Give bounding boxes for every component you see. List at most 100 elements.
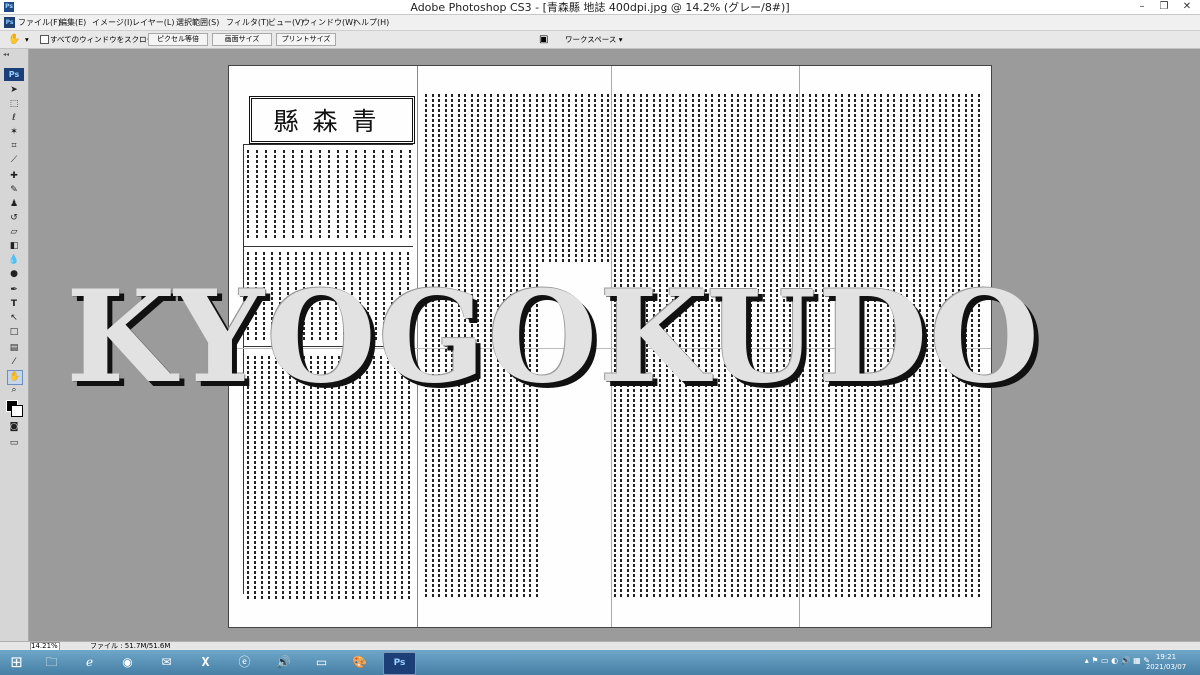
menu-image[interactable]: イメージ(I) — [92, 15, 132, 30]
actual-pixels-button[interactable]: ピクセル等倍 — [148, 33, 208, 46]
text-column — [549, 94, 551, 264]
workspace-menu[interactable]: ワークスペース ▾ — [565, 33, 623, 46]
text-column — [310, 150, 312, 240]
menu-view[interactable]: ビュー(V) — [268, 15, 304, 30]
minimize-button[interactable]: – — [1131, 0, 1153, 14]
text-column — [568, 94, 570, 264]
text-column — [601, 94, 603, 264]
type-tool-icon[interactable]: T — [7, 298, 21, 311]
text-column — [364, 150, 366, 240]
text-column — [575, 94, 577, 264]
folder-icon[interactable]: ▭ — [306, 652, 337, 673]
text-column — [562, 94, 564, 264]
restore-button[interactable]: ❐ — [1153, 0, 1175, 14]
text-column — [328, 150, 330, 240]
hand-tool-icon[interactable]: ✋ — [7, 370, 23, 385]
menu-window[interactable]: ウィンドウ(W) — [302, 15, 356, 30]
notes-tool-icon[interactable]: ▤ — [7, 342, 21, 355]
internet-explorer-icon[interactable]: ℯ — [74, 652, 105, 673]
fit-screen-button[interactable]: 画面サイズ — [212, 33, 272, 46]
text-column — [274, 150, 276, 240]
marquee-tool-icon[interactable]: ⬚ — [7, 98, 21, 111]
close-button[interactable]: ✕ — [1176, 0, 1198, 14]
healing-brush-tool-icon[interactable]: ✚ — [7, 170, 21, 183]
text-column — [355, 150, 357, 240]
text-column — [581, 94, 583, 264]
text-column — [588, 94, 590, 264]
mail-icon[interactable]: ✉ — [151, 652, 182, 673]
menu-file[interactable]: ファイル(F) — [18, 15, 61, 30]
masthead-title: 縣森青 — [273, 107, 391, 136]
text-column — [292, 150, 294, 240]
gradient-tool-icon[interactable]: ◧ — [7, 240, 21, 253]
windows-start-icon[interactable]: ⊞ — [1, 652, 32, 673]
text-column — [400, 150, 402, 240]
menu-select[interactable]: 選択範囲(S) — [176, 15, 219, 30]
scroll-all-windows-label: すべてのウィンドウをスクロール — [50, 35, 162, 44]
taskbar: ⊞ 🗀 ℯ ◉ ✉ 𝐗 ⓔ 🔊 ▭ 🎨 Ps ▴ ⚑ ▭ ◐ 🔊 ▦ ✎ 19:… — [0, 650, 1200, 675]
options-bar: ✋ ▾ すべてのウィンドウをスクロール ピクセル等倍 画面サイズ プリントサイズ… — [0, 31, 1200, 49]
slice-tool-icon[interactable]: ⟋ — [7, 154, 21, 167]
tool-preset-dropdown-icon[interactable]: ▾ — [25, 33, 29, 46]
text-column — [247, 150, 249, 240]
edge-icon[interactable]: ⓔ — [229, 652, 260, 673]
background-color-swatch[interactable] — [11, 405, 23, 417]
text-column — [382, 150, 384, 240]
text-column — [607, 94, 609, 264]
palette-grip-icon[interactable]: ◂◂ — [3, 51, 9, 58]
crop-tool-icon[interactable]: ⌗ — [7, 140, 21, 153]
menu-edit[interactable]: 編集(E) — [59, 15, 86, 30]
menu-layer[interactable]: レイヤー(L) — [132, 15, 174, 30]
eyedropper-tool-icon[interactable]: ⁄ — [7, 356, 21, 369]
path-selection-tool-icon[interactable]: ↖ — [7, 312, 21, 325]
zoom-tool-icon[interactable]: ⌕ — [7, 384, 21, 397]
menu-help[interactable]: ヘルプ(H) — [353, 15, 389, 30]
history-brush-tool-icon[interactable]: ↺ — [7, 212, 21, 225]
tools-palette: ◂◂ Ps ➤ ⬚ ℓ ✶ ⌗ ⟋ ✚ ✎ ♟ ↺ ▱ ◧ 💧 ● ✒ T ↖ … — [0, 49, 29, 641]
text-column — [555, 94, 557, 264]
clock-date: 2021/03/07 — [1145, 663, 1187, 671]
sound-icon[interactable]: 🔊 — [268, 652, 299, 673]
text-column — [319, 150, 321, 240]
magic-wand-tool-icon[interactable]: ✶ — [7, 126, 21, 139]
table-rule — [243, 246, 413, 247]
chrome-icon[interactable]: ◉ — [112, 652, 143, 673]
scroll-all-windows-checkbox[interactable] — [40, 35, 49, 44]
shape-tool-icon[interactable]: □ — [7, 326, 21, 339]
file-explorer-icon[interactable]: 🗀 — [36, 652, 67, 673]
text-column — [373, 150, 375, 240]
eraser-tool-icon[interactable]: ▱ — [7, 226, 21, 239]
text-column — [391, 150, 393, 240]
blur-tool-icon[interactable]: 💧 — [7, 254, 21, 267]
taskbar-clock[interactable]: 19:21 2021/03/07 — [1137, 652, 1195, 672]
clock-time: 19:21 — [1155, 653, 1177, 661]
menu-filter[interactable]: フィルタ(T) — [226, 15, 269, 30]
text-column — [256, 150, 258, 240]
title-bar: Ps Adobe Photoshop CS3 - [青森縣 地誌 400dpi.… — [0, 0, 1200, 15]
move-tool-icon[interactable]: ➤ — [7, 84, 21, 97]
quick-mask-mode-icon[interactable]: ◙ — [7, 421, 21, 434]
text-column — [542, 94, 544, 264]
screen-mode-icon[interactable]: ▭ — [7, 437, 21, 450]
photoshop-logo[interactable]: Ps — [4, 68, 24, 81]
text-column — [594, 94, 596, 264]
table-rule — [243, 144, 413, 145]
text-column — [283, 150, 285, 240]
paint-icon[interactable]: 🎨 — [344, 652, 375, 673]
window-title: Adobe Photoshop CS3 - [青森縣 地誌 400dpi.jpg… — [410, 1, 790, 14]
text-column — [265, 150, 267, 240]
excel-icon[interactable]: 𝐗 — [190, 652, 221, 673]
lasso-tool-icon[interactable]: ℓ — [7, 112, 21, 125]
print-size-button[interactable]: プリントサイズ — [276, 33, 336, 46]
pen-tool-icon[interactable]: ✒ — [7, 284, 21, 297]
text-column — [337, 150, 339, 240]
text-column — [409, 150, 411, 240]
photoshop-menu-icon[interactable]: Ps — [4, 17, 15, 28]
hand-tool-icon[interactable]: ✋ — [8, 33, 20, 46]
dodge-tool-icon[interactable]: ● — [7, 268, 21, 281]
palette-well-icon[interactable]: ▣ — [539, 33, 548, 46]
photoshop-taskbar-icon[interactable]: Ps — [383, 652, 416, 675]
menu-bar: Ps ファイル(F) 編集(E) イメージ(I) レイヤー(L) 選択範囲(S)… — [0, 15, 1200, 31]
brush-tool-icon[interactable]: ✎ — [7, 184, 21, 197]
clone-stamp-tool-icon[interactable]: ♟ — [7, 198, 21, 211]
